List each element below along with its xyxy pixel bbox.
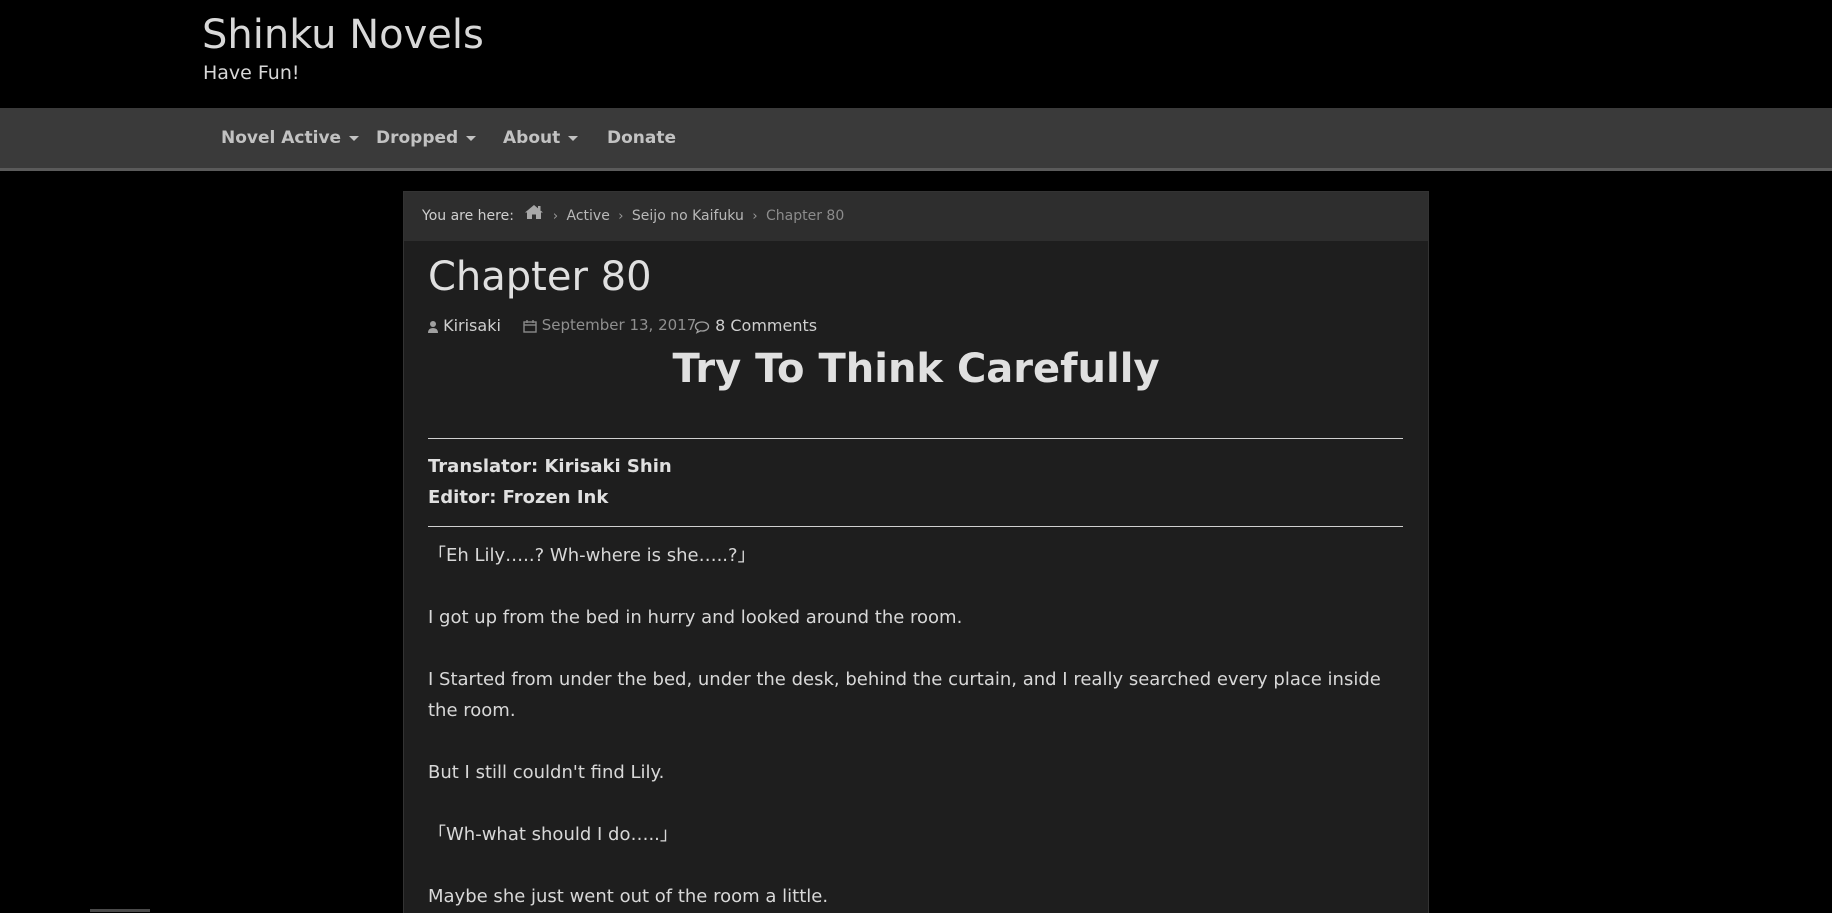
site-title-link[interactable]: Shinku Novels (202, 12, 484, 58)
translator-credit: Translator: Kirisaki Shin (428, 456, 672, 477)
post-author[interactable]: Kirisaki (428, 316, 501, 335)
post-title: Chapter 80 (428, 254, 652, 300)
chapter-paragraph: I got up from the bed in hurry and looke… (428, 607, 963, 628)
nav-about[interactable]: About (503, 108, 579, 168)
nav-about-label: About (503, 128, 561, 148)
comment-icon (694, 320, 710, 334)
caret-down-icon (349, 135, 360, 141)
post-author-name: Kirisaki (443, 316, 501, 335)
editor-credit: Editor: Frozen Ink (428, 487, 609, 508)
breadcrumb-separator-icon: › (618, 209, 624, 224)
home-icon[interactable] (524, 192, 544, 241)
post-comments-count: 8 Comments (715, 316, 818, 335)
caret-down-icon (568, 135, 579, 141)
chapter-paragraph: 「Eh Lily…..? Wh-where is she…..?」 (428, 545, 756, 566)
chapter-paragraph: I Started from under the bed, under the … (428, 669, 1381, 721)
nav-dropped[interactable]: Dropped (376, 108, 477, 168)
main-navbar: Novel Active Dropped About Donate (0, 108, 1832, 171)
breadcrumb-separator-icon: › (752, 209, 758, 224)
breadcrumb: You are here: › Active › Seijo no Kaifuk… (404, 192, 1428, 241)
site-header: Shinku Novels Have Fun! (0, 0, 1832, 108)
nav-novel-active-label: Novel Active (221, 128, 342, 148)
breadcrumb-link-active[interactable]: Active (567, 208, 610, 224)
calendar-icon (523, 319, 537, 333)
divider (428, 526, 1403, 527)
chapter-paragraph: Maybe she just went out of the room a li… (428, 886, 829, 907)
breadcrumb-link-series[interactable]: Seijo no Kaifuku (632, 208, 744, 224)
post-date-text: September 13, 2017 (541, 316, 697, 334)
breadcrumb-prefix: You are here: (422, 208, 514, 224)
chapter-subtitle: Try To Think Carefully (672, 346, 1160, 392)
chapter-paragraph: But I still couldn't find Lily. (428, 762, 665, 783)
nav-donate[interactable]: Donate (607, 108, 676, 168)
breadcrumb-separator-icon: › (552, 209, 559, 224)
article-container: You are here: › Active › Seijo no Kaifuk… (403, 191, 1429, 913)
breadcrumb-row: You are here: › Active › Seijo no Kaifuk… (422, 192, 844, 241)
post-comments-link[interactable]: 8 Comments (694, 316, 817, 335)
caret-down-icon (466, 135, 477, 141)
nav-dropped-label: Dropped (376, 128, 459, 148)
user-icon (428, 320, 438, 333)
chapter-paragraph: 「Wh-what should I do…..」 (428, 824, 678, 845)
divider (428, 438, 1403, 439)
nav-novel-active[interactable]: Novel Active (221, 108, 360, 168)
breadcrumb-current: Chapter 80 (765, 208, 845, 224)
post-date: September 13, 2017 (523, 316, 696, 334)
nav-donate-label: Donate (607, 128, 677, 148)
site-tagline: Have Fun! (203, 62, 300, 84)
